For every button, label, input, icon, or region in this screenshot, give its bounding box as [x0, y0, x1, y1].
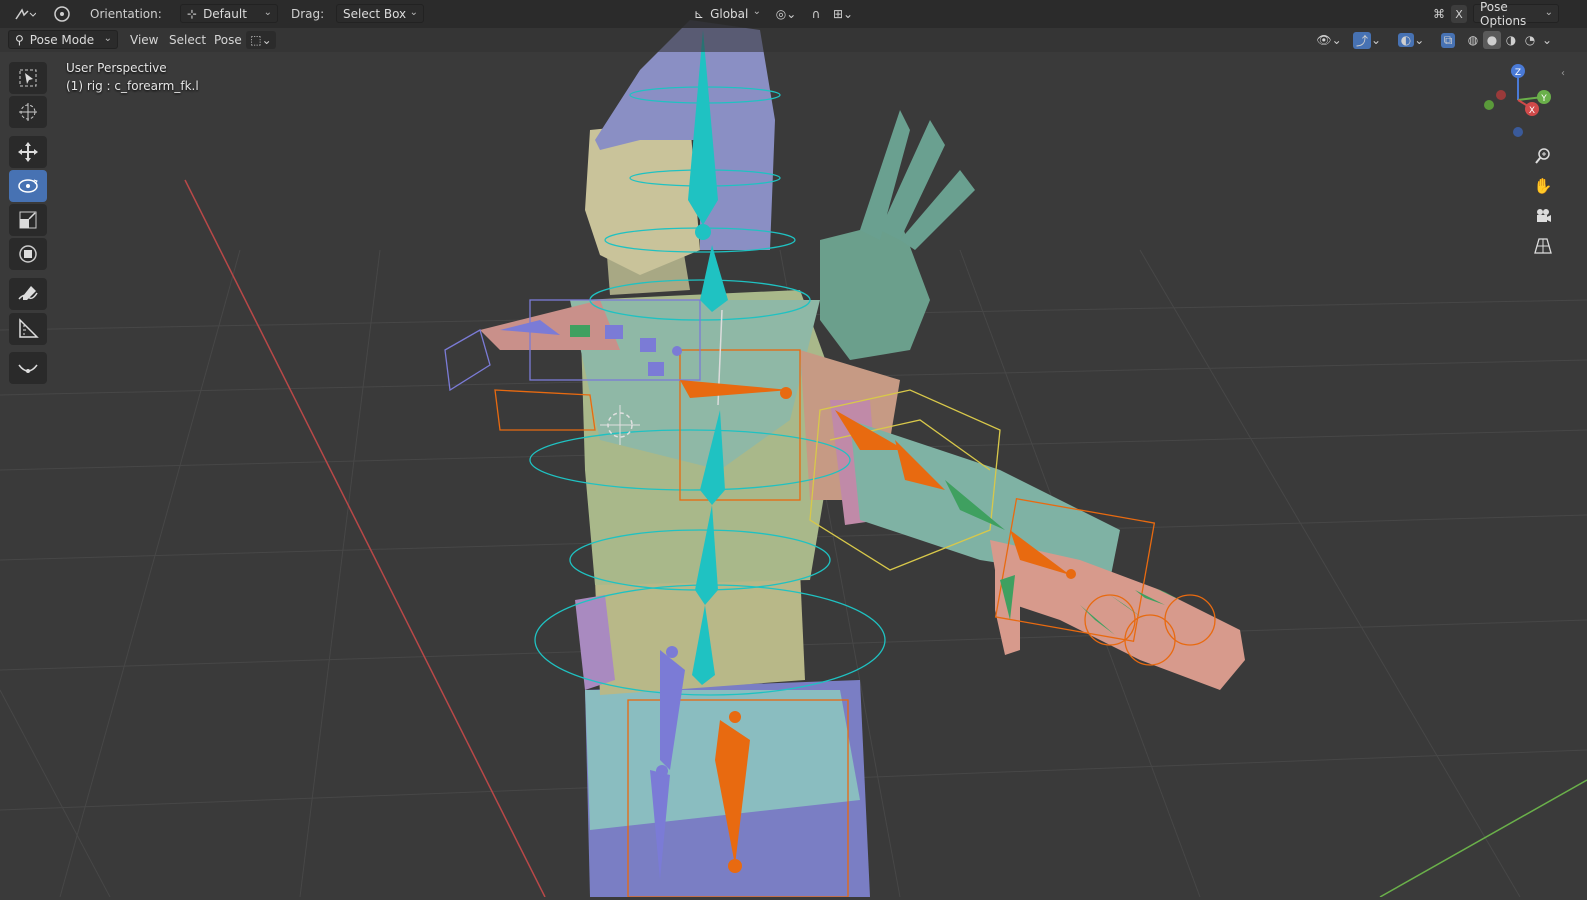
menu-view[interactable]: View	[124, 30, 164, 49]
cursor-icon	[19, 103, 37, 121]
menu-select[interactable]: Select	[163, 30, 212, 49]
annotate-icon	[18, 286, 38, 300]
pivot-point-icon[interactable]: ◎⌄	[772, 4, 800, 24]
orientation-dropdown[interactable]: ⊹ Default ⌄	[180, 4, 278, 23]
wireframe-shading-icon[interactable]: ◍	[1464, 31, 1482, 49]
move-tool[interactable]	[9, 136, 47, 168]
relax-pose-icon	[18, 364, 38, 373]
zoom-button[interactable]	[1530, 143, 1556, 169]
scale-tool[interactable]	[9, 204, 47, 236]
overlays-toggle-icon[interactable]: ◐ ⌄	[1394, 31, 1428, 49]
viewport-subheader: ⚲ Pose Mode ⌄ View Select Pose ⬚⌄ 👁⌄ ⤴ ⌄ …	[0, 28, 1587, 52]
chevron-down-icon: ⌄	[1544, 7, 1553, 18]
menu-pose[interactable]: Pose	[208, 30, 248, 49]
snap-target-icon[interactable]: ⊞⌄	[828, 4, 858, 24]
viewport-header: Orientation: ⊹ Default ⌄ Drag: Select Bo…	[0, 0, 1587, 28]
shading-options-icon[interactable]: ⌄	[1540, 31, 1554, 49]
measure-icon	[19, 318, 39, 338]
neg-z-axis-handle	[1513, 127, 1523, 137]
visibility-icon[interactable]: 👁⌄	[1314, 31, 1344, 49]
svg-text:Y: Y	[1540, 94, 1547, 104]
perspective-toggle-button[interactable]	[1530, 233, 1556, 259]
camera-view-button[interactable]	[1530, 203, 1556, 229]
axes-icon: ⊾	[694, 6, 705, 21]
gizmo-toggle-icon[interactable]: ⤴ ⌄	[1350, 31, 1384, 49]
pose-options-dropdown[interactable]: Pose Options ⌄	[1473, 0, 1559, 28]
transform-orientation-dropdown[interactable]: ⊾ Global ⌄	[688, 4, 766, 23]
chevron-down-icon: ⌄	[752, 6, 761, 17]
navigation-gizmo[interactable]: Z Y X	[1478, 60, 1558, 140]
hand-icon: ✋	[1533, 177, 1553, 195]
scale-icon	[19, 211, 37, 229]
chevron-down-icon: ⌄	[409, 7, 418, 18]
solid-shading-icon[interactable]: ●	[1483, 31, 1501, 49]
transform-tool[interactable]	[9, 238, 47, 270]
svg-text:X: X	[1529, 106, 1535, 116]
snap-icon[interactable]: ∩	[806, 4, 826, 24]
pose-mode-icon: ⚲	[15, 32, 24, 47]
material-shading-icon[interactable]: ◑	[1502, 31, 1520, 49]
orientation-label: Orientation:	[90, 7, 162, 21]
rotate-icon	[18, 179, 38, 193]
neg-x-axis-handle	[1496, 90, 1506, 100]
editor-type-icon[interactable]	[12, 4, 38, 24]
xray-toggle-icon[interactable]: ⧉	[1438, 31, 1458, 49]
zoom-icon	[1535, 148, 1550, 164]
pose-library-icon[interactable]: ⬚⌄	[246, 31, 276, 49]
measure-tool[interactable]	[9, 313, 47, 345]
chevron-down-icon: ⌄	[103, 33, 112, 44]
move-icon	[18, 142, 38, 162]
svg-text:Z: Z	[1515, 68, 1521, 78]
rotate-tool[interactable]	[9, 170, 47, 202]
mirror-icon[interactable]: ⌘	[1430, 5, 1448, 23]
annotate-tool[interactable]	[9, 278, 47, 310]
mode-dropdown[interactable]: ⚲ Pose Mode ⌄	[8, 30, 118, 49]
rendered-shading-icon[interactable]: ◔	[1521, 31, 1539, 49]
view-name-label: User Perspective	[66, 61, 167, 75]
chevron-down-icon: ⌄	[263, 7, 272, 18]
select-box-tool[interactable]	[9, 62, 47, 94]
select-box-icon	[19, 69, 37, 87]
drag-dropdown[interactable]: Select Box ⌄	[336, 4, 424, 23]
relax-pose-tool[interactable]	[9, 352, 47, 384]
orientation-icon: ⊹	[187, 6, 198, 21]
active-object-label: (1) rig : c_forearm_fk.l	[66, 79, 199, 93]
cursor-tool[interactable]	[9, 96, 47, 128]
sidebar-toggle-icon[interactable]: ‹	[1558, 66, 1568, 80]
x-mirror-toggle[interactable]: X	[1451, 5, 1467, 23]
grid-perspective-icon	[1534, 238, 1552, 254]
camera-icon	[1537, 209, 1551, 222]
pan-button[interactable]: ✋	[1530, 173, 1556, 199]
transform-icon	[19, 245, 37, 263]
drag-label: Drag:	[291, 7, 325, 21]
viewport-scene	[0, 0, 1587, 898]
neg-y-axis-handle	[1484, 100, 1494, 110]
3d-viewport[interactable]	[0, 0, 1587, 898]
transform-pivot-icon[interactable]	[50, 4, 74, 24]
